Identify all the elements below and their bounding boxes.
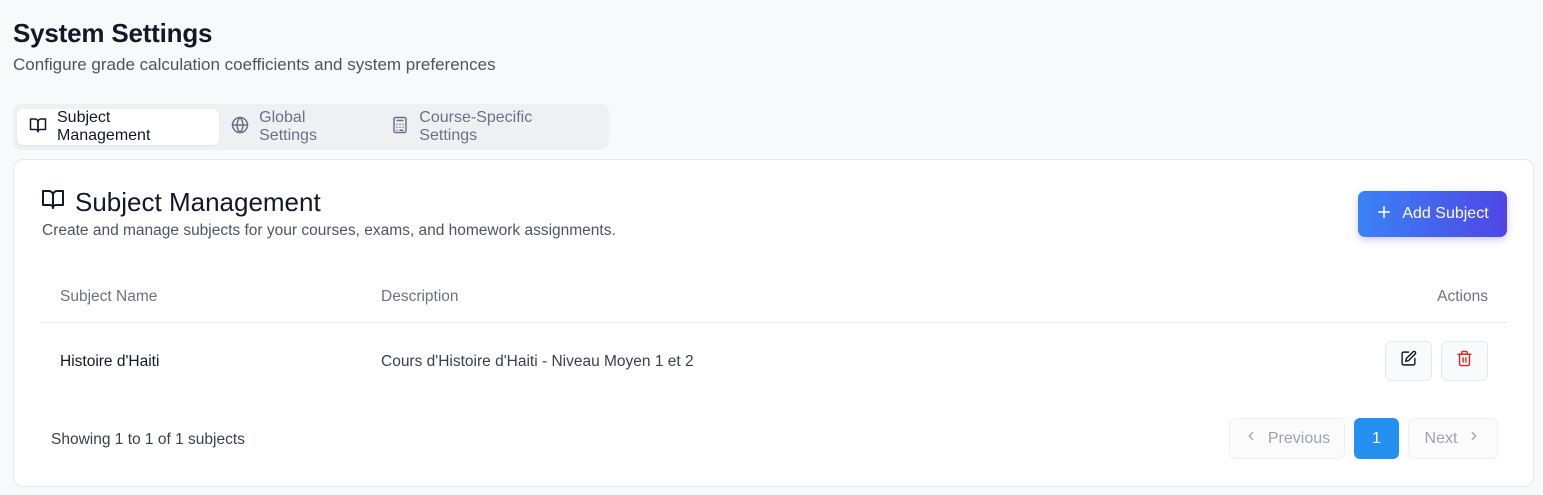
tab-label: Course-Specific Settings	[419, 109, 533, 144]
chevron-left-icon	[1244, 429, 1258, 448]
table-row: Histoire d'Haiti Cours d'Histoire d'Hait…	[41, 323, 1507, 402]
page-subtitle: Configure grade calculation coefficients…	[13, 55, 496, 74]
tab-global-settings[interactable]: Global Settings	[219, 109, 379, 145]
tab-label: Subject Management	[57, 109, 151, 144]
column-header-actions: Actions	[1437, 288, 1488, 305]
trash-icon	[1456, 350, 1473, 372]
add-subject-label: Add Subject	[1402, 205, 1489, 222]
add-subject-button[interactable]: Add Subject	[1358, 191, 1507, 237]
column-header-subject-name: Subject Name	[60, 288, 158, 305]
settings-page: System Settings Configure grade calculat…	[0, 0, 1543, 495]
page-1-button[interactable]: 1	[1354, 418, 1399, 459]
column-header-description: Description	[381, 288, 459, 305]
calculator-icon	[391, 116, 409, 139]
card-title: Subject Management	[41, 187, 321, 218]
plus-icon	[1376, 204, 1392, 225]
edit-subject-button[interactable]	[1385, 341, 1432, 381]
next-label: Next	[1424, 429, 1458, 447]
previous-page-button[interactable]: Previous	[1229, 418, 1345, 459]
settings-tabs: Subject Management Global Settings Cours…	[13, 104, 609, 150]
subjects-table: Subject Name Description Actions Histoir…	[41, 273, 1507, 402]
tab-course-specific-settings[interactable]: Course-Specific Settings	[379, 109, 605, 145]
tab-label: Global Settings	[259, 109, 317, 144]
subject-management-card: Subject Management Create and manage sub…	[13, 159, 1534, 487]
delete-subject-button[interactable]	[1441, 341, 1488, 381]
subject-description-cell: Cours d'Histoire d'Haiti - Niveau Moyen …	[381, 353, 694, 370]
globe-icon	[231, 116, 249, 139]
pagination-summary: Showing 1 to 1 of 1 subjects	[51, 431, 245, 448]
edit-icon	[1400, 350, 1417, 372]
book-open-icon	[29, 116, 47, 139]
table-header: Subject Name Description Actions	[41, 273, 1507, 323]
subject-name-cell: Histoire d'Haiti	[60, 353, 160, 370]
card-title-text: Subject Management	[75, 187, 321, 217]
book-open-icon	[41, 187, 65, 218]
page-title: System Settings	[13, 18, 213, 48]
card-description: Create and manage subjects for your cour…	[42, 222, 616, 239]
previous-label: Previous	[1267, 429, 1331, 447]
next-page-button[interactable]: Next	[1408, 418, 1498, 459]
chevron-right-icon	[1467, 429, 1481, 448]
tab-subject-management[interactable]: Subject Management	[17, 109, 220, 145]
